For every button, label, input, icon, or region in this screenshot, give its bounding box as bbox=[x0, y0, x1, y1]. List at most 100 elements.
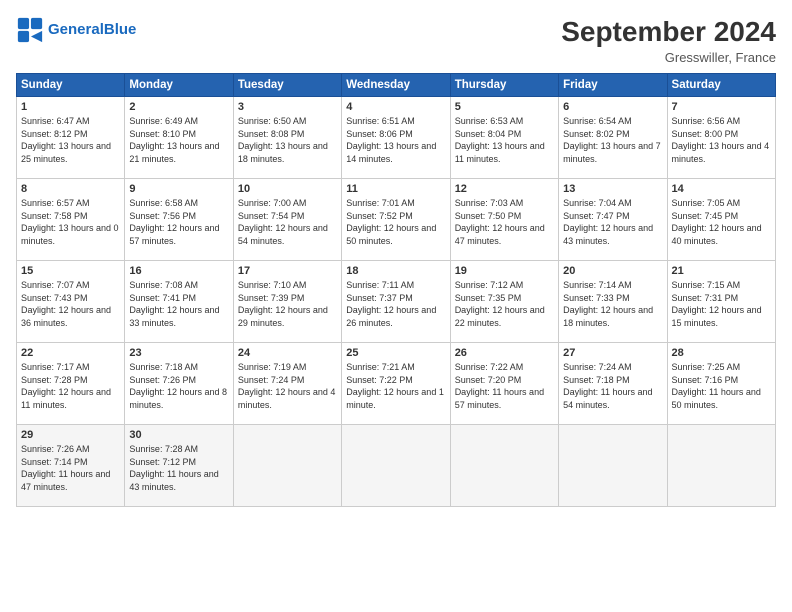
daylight-text: Daylight: 12 hours and 47 minutes. bbox=[455, 223, 545, 246]
day-number: 6 bbox=[563, 101, 662, 113]
table-row: 22 Sunrise: 7:17 AM Sunset: 7:28 PM Dayl… bbox=[17, 343, 125, 425]
sunset-text: Sunset: 7:26 PM bbox=[129, 375, 196, 385]
table-row: 18 Sunrise: 7:11 AM Sunset: 7:37 PM Dayl… bbox=[342, 261, 450, 343]
table-row: 8 Sunrise: 6:57 AM Sunset: 7:58 PM Dayli… bbox=[17, 179, 125, 261]
table-row: 19 Sunrise: 7:12 AM Sunset: 7:35 PM Dayl… bbox=[450, 261, 558, 343]
day-info: Sunrise: 7:07 AM Sunset: 7:43 PM Dayligh… bbox=[21, 279, 120, 329]
day-info: Sunrise: 7:18 AM Sunset: 7:26 PM Dayligh… bbox=[129, 361, 228, 411]
sunset-text: Sunset: 7:52 PM bbox=[346, 211, 413, 221]
table-row: 24 Sunrise: 7:19 AM Sunset: 7:24 PM Dayl… bbox=[233, 343, 341, 425]
daylight-text: Daylight: 12 hours and 29 minutes. bbox=[238, 305, 328, 328]
table-row: 11 Sunrise: 7:01 AM Sunset: 7:52 PM Dayl… bbox=[342, 179, 450, 261]
sunset-text: Sunset: 7:50 PM bbox=[455, 211, 522, 221]
sunrise-text: Sunrise: 6:56 AM bbox=[672, 116, 741, 126]
sunrise-text: Sunrise: 7:24 AM bbox=[563, 362, 632, 372]
sunrise-text: Sunrise: 7:22 AM bbox=[455, 362, 524, 372]
daylight-text: Daylight: 12 hours and 1 minute. bbox=[346, 387, 444, 410]
day-number: 16 bbox=[129, 265, 228, 277]
sunset-text: Sunset: 7:45 PM bbox=[672, 211, 739, 221]
sunrise-text: Sunrise: 7:05 AM bbox=[672, 198, 741, 208]
day-number: 15 bbox=[21, 265, 120, 277]
day-number: 11 bbox=[346, 183, 445, 195]
col-thursday: Thursday bbox=[450, 74, 558, 97]
calendar-week-row: 8 Sunrise: 6:57 AM Sunset: 7:58 PM Dayli… bbox=[17, 179, 776, 261]
day-number: 7 bbox=[672, 101, 771, 113]
table-row bbox=[342, 425, 450, 507]
sunrise-text: Sunrise: 7:26 AM bbox=[21, 444, 90, 454]
table-row: 30 Sunrise: 7:28 AM Sunset: 7:12 PM Dayl… bbox=[125, 425, 233, 507]
sunset-text: Sunset: 7:24 PM bbox=[238, 375, 305, 385]
day-info: Sunrise: 7:21 AM Sunset: 7:22 PM Dayligh… bbox=[346, 361, 445, 411]
table-row: 28 Sunrise: 7:25 AM Sunset: 7:16 PM Dayl… bbox=[667, 343, 775, 425]
table-row: 4 Sunrise: 6:51 AM Sunset: 8:06 PM Dayli… bbox=[342, 97, 450, 179]
sunset-text: Sunset: 8:08 PM bbox=[238, 129, 305, 139]
day-number: 1 bbox=[21, 101, 120, 113]
sunrise-text: Sunrise: 7:01 AM bbox=[346, 198, 415, 208]
col-wednesday: Wednesday bbox=[342, 74, 450, 97]
day-number: 3 bbox=[238, 101, 337, 113]
day-number: 28 bbox=[672, 347, 771, 359]
table-row: 14 Sunrise: 7:05 AM Sunset: 7:45 PM Dayl… bbox=[667, 179, 775, 261]
col-monday: Monday bbox=[125, 74, 233, 97]
day-info: Sunrise: 6:57 AM Sunset: 7:58 PM Dayligh… bbox=[21, 197, 120, 247]
day-number: 12 bbox=[455, 183, 554, 195]
table-row: 16 Sunrise: 7:08 AM Sunset: 7:41 PM Dayl… bbox=[125, 261, 233, 343]
table-row: 9 Sunrise: 6:58 AM Sunset: 7:56 PM Dayli… bbox=[125, 179, 233, 261]
daylight-text: Daylight: 12 hours and 22 minutes. bbox=[455, 305, 545, 328]
day-info: Sunrise: 7:28 AM Sunset: 7:12 PM Dayligh… bbox=[129, 443, 228, 493]
sunrise-text: Sunrise: 7:11 AM bbox=[346, 280, 414, 290]
table-row bbox=[667, 425, 775, 507]
col-sunday: Sunday bbox=[17, 74, 125, 97]
table-row: 25 Sunrise: 7:21 AM Sunset: 7:22 PM Dayl… bbox=[342, 343, 450, 425]
sunrise-text: Sunrise: 6:54 AM bbox=[563, 116, 632, 126]
sunrise-text: Sunrise: 7:25 AM bbox=[672, 362, 741, 372]
sunrise-text: Sunrise: 7:08 AM bbox=[129, 280, 198, 290]
table-row: 26 Sunrise: 7:22 AM Sunset: 7:20 PM Dayl… bbox=[450, 343, 558, 425]
sunset-text: Sunset: 7:20 PM bbox=[455, 375, 522, 385]
calendar-week-row: 22 Sunrise: 7:17 AM Sunset: 7:28 PM Dayl… bbox=[17, 343, 776, 425]
sunset-text: Sunset: 8:00 PM bbox=[672, 129, 739, 139]
table-row bbox=[559, 425, 667, 507]
location: Gresswiller, France bbox=[561, 50, 776, 65]
day-number: 9 bbox=[129, 183, 228, 195]
daylight-text: Daylight: 12 hours and 50 minutes. bbox=[346, 223, 436, 246]
calendar-week-row: 1 Sunrise: 6:47 AM Sunset: 8:12 PM Dayli… bbox=[17, 97, 776, 179]
table-row: 1 Sunrise: 6:47 AM Sunset: 8:12 PM Dayli… bbox=[17, 97, 125, 179]
day-number: 20 bbox=[563, 265, 662, 277]
daylight-text: Daylight: 11 hours and 43 minutes. bbox=[129, 469, 218, 492]
day-info: Sunrise: 7:05 AM Sunset: 7:45 PM Dayligh… bbox=[672, 197, 771, 247]
day-info: Sunrise: 6:47 AM Sunset: 8:12 PM Dayligh… bbox=[21, 115, 120, 165]
month-title: September 2024 bbox=[561, 16, 776, 48]
day-info: Sunrise: 7:25 AM Sunset: 7:16 PM Dayligh… bbox=[672, 361, 771, 411]
day-number: 17 bbox=[238, 265, 337, 277]
sunset-text: Sunset: 7:47 PM bbox=[563, 211, 630, 221]
table-row: 13 Sunrise: 7:04 AM Sunset: 7:47 PM Dayl… bbox=[559, 179, 667, 261]
day-number: 26 bbox=[455, 347, 554, 359]
day-info: Sunrise: 7:15 AM Sunset: 7:31 PM Dayligh… bbox=[672, 279, 771, 329]
daylight-text: Daylight: 12 hours and 26 minutes. bbox=[346, 305, 436, 328]
day-number: 19 bbox=[455, 265, 554, 277]
sunrise-text: Sunrise: 7:18 AM bbox=[129, 362, 198, 372]
day-info: Sunrise: 7:00 AM Sunset: 7:54 PM Dayligh… bbox=[238, 197, 337, 247]
day-number: 13 bbox=[563, 183, 662, 195]
page-header: GeneralBlue September 2024 Gresswiller, … bbox=[16, 16, 776, 65]
sunset-text: Sunset: 7:43 PM bbox=[21, 293, 88, 303]
table-row: 17 Sunrise: 7:10 AM Sunset: 7:39 PM Dayl… bbox=[233, 261, 341, 343]
daylight-text: Daylight: 12 hours and 36 minutes. bbox=[21, 305, 111, 328]
sunrise-text: Sunrise: 7:07 AM bbox=[21, 280, 90, 290]
sunset-text: Sunset: 7:14 PM bbox=[21, 457, 88, 467]
day-info: Sunrise: 7:01 AM Sunset: 7:52 PM Dayligh… bbox=[346, 197, 445, 247]
title-block: September 2024 Gresswiller, France bbox=[561, 16, 776, 65]
day-info: Sunrise: 6:54 AM Sunset: 8:02 PM Dayligh… bbox=[563, 115, 662, 165]
daylight-text: Daylight: 13 hours and 7 minutes. bbox=[563, 141, 661, 164]
day-info: Sunrise: 7:12 AM Sunset: 7:35 PM Dayligh… bbox=[455, 279, 554, 329]
sunrise-text: Sunrise: 6:53 AM bbox=[455, 116, 524, 126]
day-number: 2 bbox=[129, 101, 228, 113]
sunrise-text: Sunrise: 6:51 AM bbox=[346, 116, 415, 126]
daylight-text: Daylight: 11 hours and 54 minutes. bbox=[563, 387, 652, 410]
sunset-text: Sunset: 7:54 PM bbox=[238, 211, 305, 221]
day-number: 25 bbox=[346, 347, 445, 359]
calendar-week-row: 29 Sunrise: 7:26 AM Sunset: 7:14 PM Dayl… bbox=[17, 425, 776, 507]
sunrise-text: Sunrise: 6:47 AM bbox=[21, 116, 90, 126]
sunrise-text: Sunrise: 7:03 AM bbox=[455, 198, 524, 208]
